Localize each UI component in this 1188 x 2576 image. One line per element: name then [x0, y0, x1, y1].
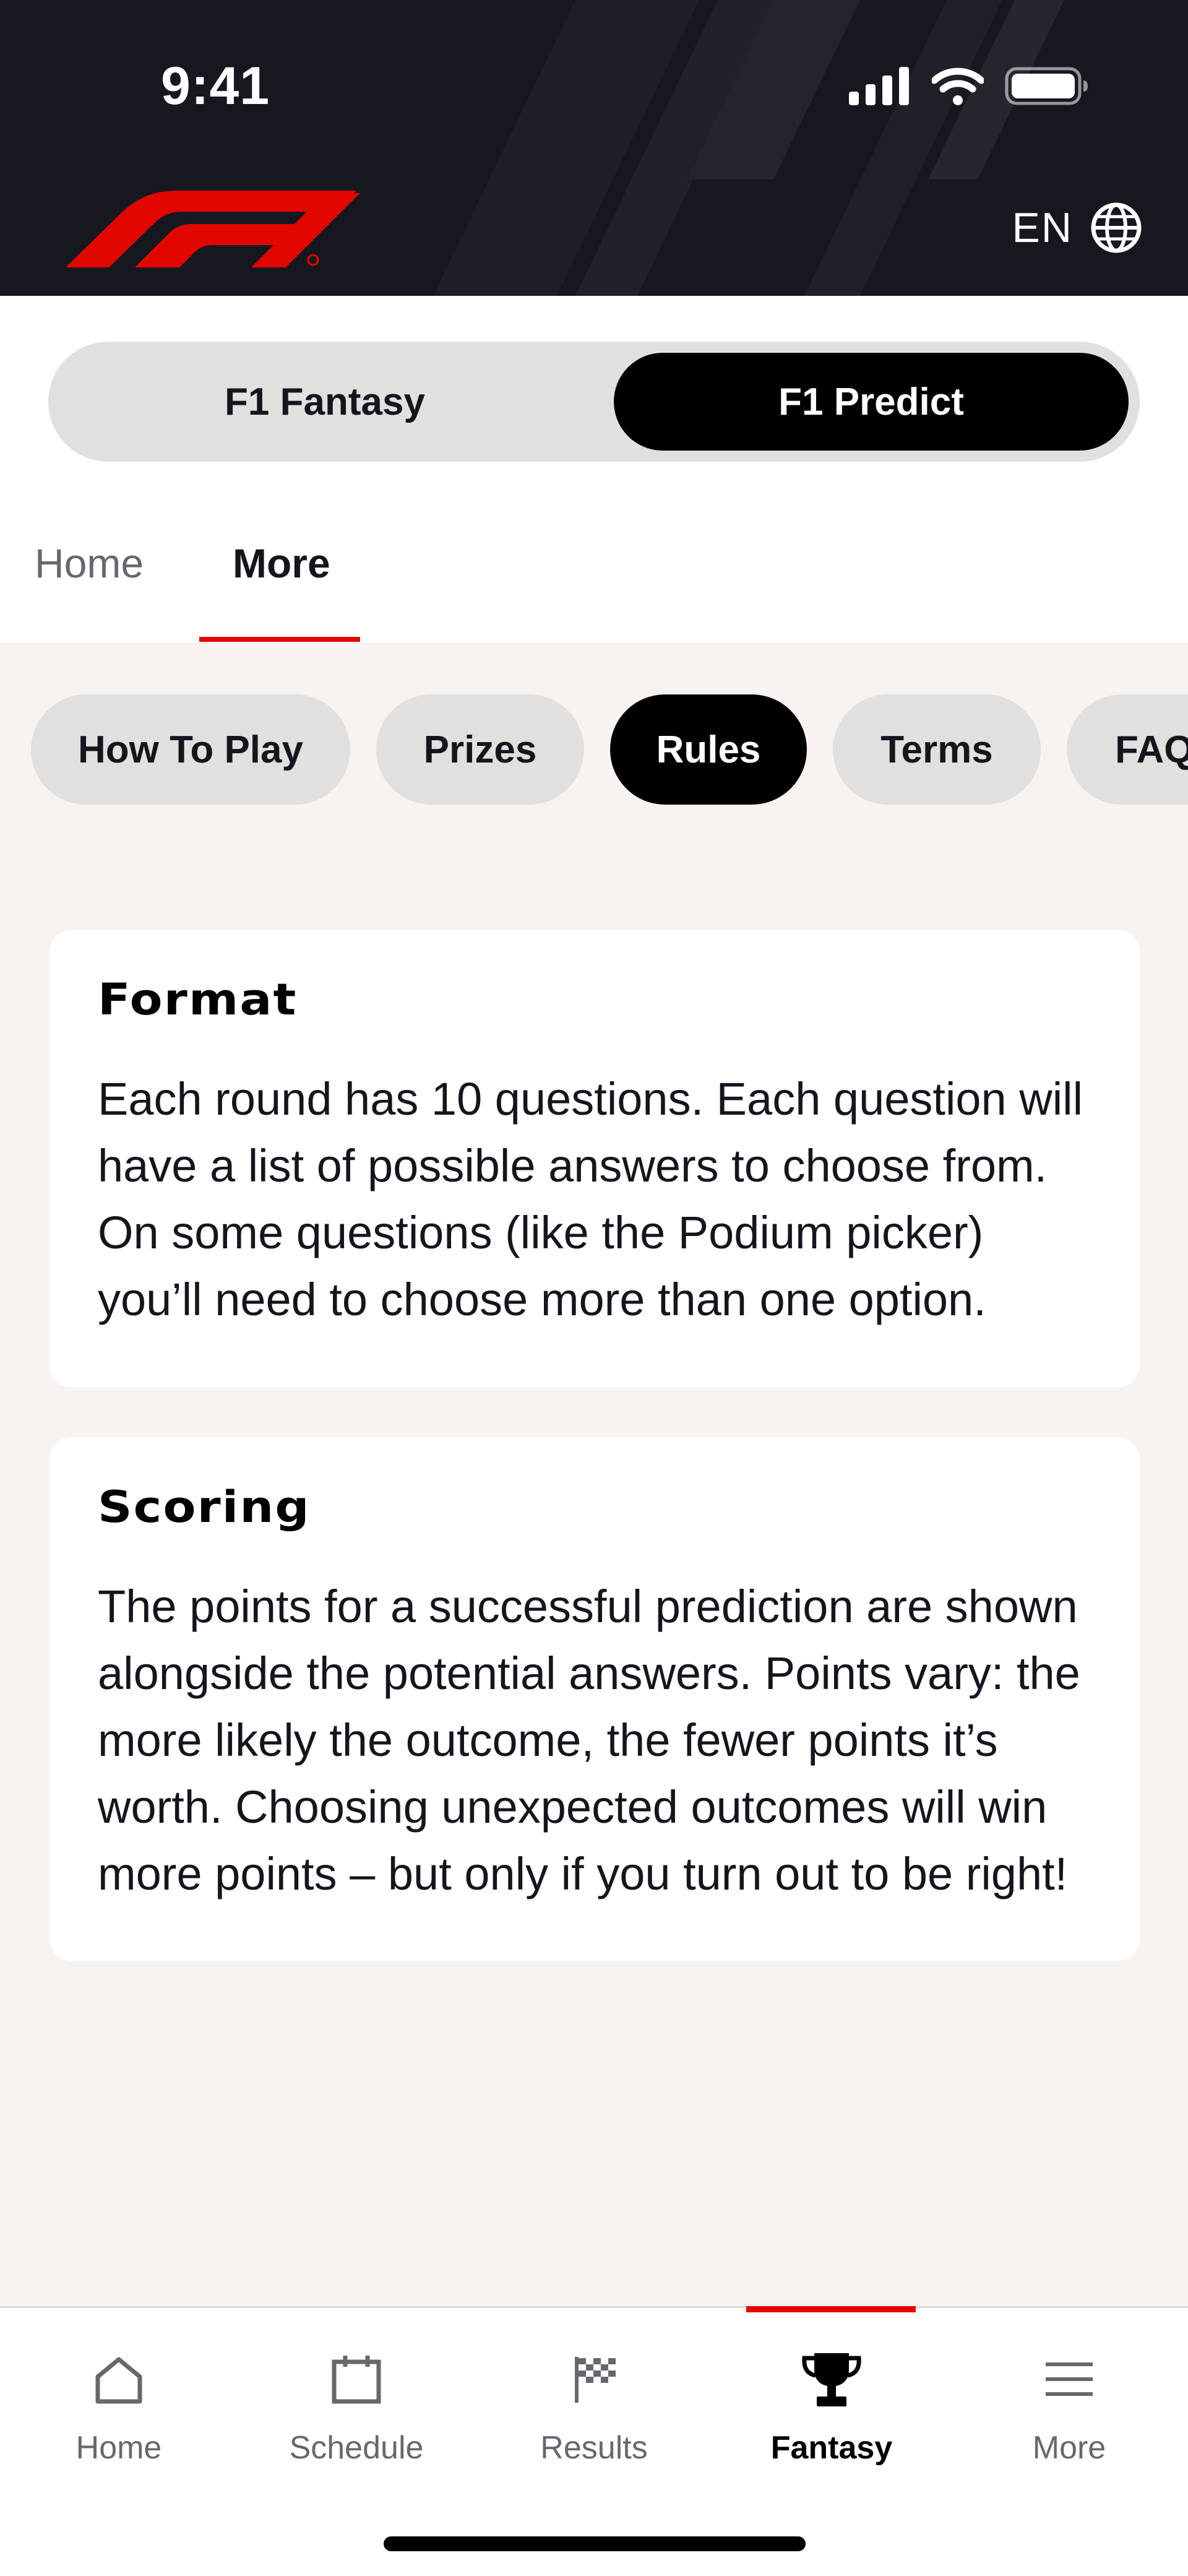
- menu-icon: [1046, 2362, 1093, 2396]
- status-time: 9:41: [161, 56, 270, 116]
- bottom-tab-bar: Home Schedule Results Fantasy More: [0, 2306, 1188, 2576]
- scoring-card-title: Scoring: [98, 1482, 311, 1532]
- chip-prizes[interactable]: Prizes: [376, 694, 584, 805]
- chip-rules[interactable]: Rules: [610, 694, 807, 805]
- app-header: 9:41 EN: [0, 0, 1188, 296]
- f1-predict-tab[interactable]: F1 Predict: [614, 353, 1129, 451]
- globe-icon: [1091, 202, 1142, 253]
- bottom-nav-home-label: Home: [75, 2430, 162, 2466]
- subnav-home-tab[interactable]: Home: [35, 540, 144, 587]
- calendar-icon: [332, 2356, 381, 2404]
- status-icons: [849, 67, 1089, 105]
- signal-icon: [849, 67, 909, 105]
- f1-logo-icon: [66, 191, 360, 267]
- subnav-active-indicator: [199, 637, 360, 642]
- language-label: EN: [1012, 204, 1073, 251]
- game-mode-switch: F1 Fantasy F1 Predict: [48, 342, 1140, 462]
- bottom-nav-fantasy-label: Fantasy: [770, 2430, 893, 2466]
- format-card: Format Each round has 10 questions. Each…: [50, 930, 1140, 1388]
- format-card-body: Each round has 10 questions. Each questi…: [98, 1073, 1083, 1325]
- trophy-icon: [802, 2353, 861, 2406]
- language-selector[interactable]: EN: [1012, 202, 1142, 254]
- home-indicator[interactable]: [384, 2536, 806, 2551]
- battery-icon: [1005, 67, 1088, 105]
- format-card-title: Format: [98, 974, 298, 1025]
- bottom-nav-more[interactable]: More: [950, 2308, 1188, 2506]
- f1-fantasy-tab[interactable]: F1 Fantasy: [62, 353, 588, 451]
- chip-faq[interactable]: FAQ: [1067, 694, 1188, 805]
- bottom-nav-schedule-label: Schedule: [289, 2430, 424, 2466]
- bottom-nav-home[interactable]: Home: [0, 2308, 238, 2506]
- app-screen: 9:41 EN F1 Fantasy F1 Predict Home More …: [0, 0, 1188, 2576]
- bottom-nav-more-label: More: [1032, 2430, 1106, 2466]
- bottom-nav-results-label: Results: [540, 2430, 648, 2466]
- chip-how-to-play[interactable]: How To Play: [31, 694, 350, 805]
- scoring-card: Scoring The points for a successful pred…: [50, 1437, 1140, 1961]
- bottom-nav-schedule[interactable]: Schedule: [238, 2308, 475, 2506]
- checkered-flag-icon: [575, 2357, 616, 2403]
- bottom-nav-results[interactable]: Results: [475, 2308, 713, 2506]
- house-icon: [95, 2357, 142, 2404]
- subnav-more-tab[interactable]: More: [233, 540, 330, 587]
- chip-terms[interactable]: Terms: [833, 694, 1041, 805]
- bottom-nav-fantasy[interactable]: Fantasy: [713, 2308, 950, 2506]
- wifi-icon: [932, 67, 984, 105]
- scoring-card-body: The points for a successful prediction a…: [98, 1581, 1080, 1900]
